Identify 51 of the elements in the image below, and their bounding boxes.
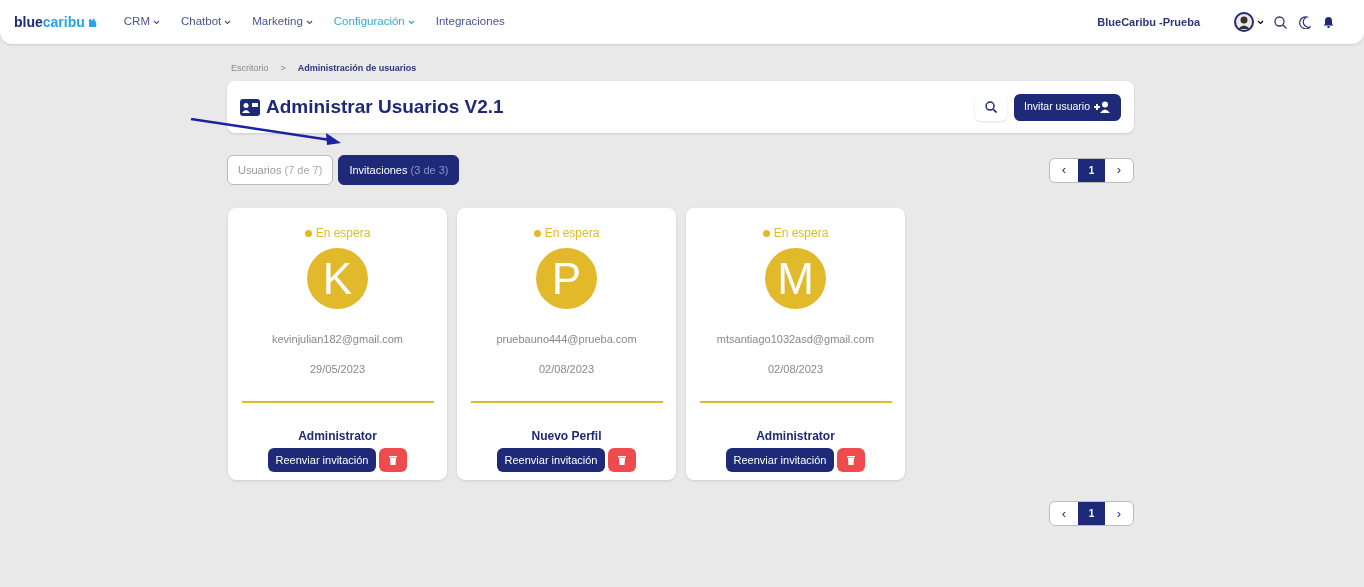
page-button[interactable]: 1: [1078, 158, 1105, 182]
previous-page-button[interactable]: ‹: [1050, 158, 1078, 182]
trash-icon: [389, 455, 398, 465]
add-user-icon: [1094, 101, 1111, 113]
invite-user-button[interactable]: Invitar usuario: [1014, 93, 1121, 121]
delete-button[interactable]: [379, 448, 408, 472]
resend-invitation-button[interactable]: Reenviar invitación: [267, 448, 377, 472]
date-text: 29/05/2023: [309, 361, 366, 377]
resend-invitation-button[interactable]: Reenviar invitación: [496, 448, 606, 472]
previous-page-button[interactable]: ‹: [1050, 502, 1078, 525]
search-button[interactable]: [975, 93, 1008, 121]
bell-icon[interactable]: [1323, 16, 1334, 28]
status-label: En espera: [773, 225, 829, 242]
search-icon: [985, 101, 998, 113]
search-icon[interactable]: [1274, 15, 1287, 29]
nav-link[interactable]: Integraciones: [435, 13, 505, 31]
date-text: 02/08/2023: [767, 361, 824, 377]
status-label: En espera: [315, 225, 371, 242]
resend-invitation-button[interactable]: Reenviar invitación: [725, 448, 835, 472]
avatar-icon: [1234, 12, 1254, 32]
role-label: Nuevo Perfil: [531, 428, 602, 445]
email-text: kevinjulian182@gmail.com: [272, 332, 403, 347]
trash-icon: [847, 455, 856, 465]
role-label: Administrator: [298, 428, 377, 445]
avatar: K: [307, 248, 368, 309]
email-text: mtsantiago1032asd@gmail.com: [716, 332, 875, 347]
next-page-button[interactable]: ›: [1105, 502, 1133, 525]
nav-link[interactable]: Chatbot: [181, 13, 232, 31]
tab[interactable]: Invitaciones (3 de 3): [338, 155, 460, 185]
id-card-icon: [240, 98, 260, 116]
trash-icon: [618, 455, 627, 465]
delete-button[interactable]: [608, 448, 637, 472]
page-button[interactable]: 1: [1078, 502, 1105, 525]
logo[interactable]: bluecaribu: [14, 11, 98, 33]
next-page-button[interactable]: ›: [1105, 158, 1133, 182]
breadcrumb-separator: >: [280, 62, 286, 76]
avatar: P: [536, 248, 597, 309]
date-text: 02/08/2023: [538, 361, 595, 377]
account-name: BlueCaribu -Prueba: [1097, 14, 1200, 30]
avatar: M: [765, 248, 826, 309]
nav-link[interactable]: Marketing: [252, 13, 313, 31]
nav-link[interactable]: CRM: [123, 13, 160, 31]
role-label: Administrator: [756, 428, 835, 445]
moon-icon[interactable]: [1299, 15, 1311, 29]
delete-button[interactable]: [837, 448, 866, 472]
email-text: pruebauno444@prueba.com: [496, 332, 637, 347]
breadcrumb-current: Administración de usuarios: [297, 62, 417, 76]
status-label: En espera: [544, 225, 600, 242]
chevron-icon: [1257, 19, 1264, 25]
avatar-menu[interactable]: [1234, 12, 1264, 32]
page-title: Administrar Usuarios V2.1: [266, 94, 504, 119]
